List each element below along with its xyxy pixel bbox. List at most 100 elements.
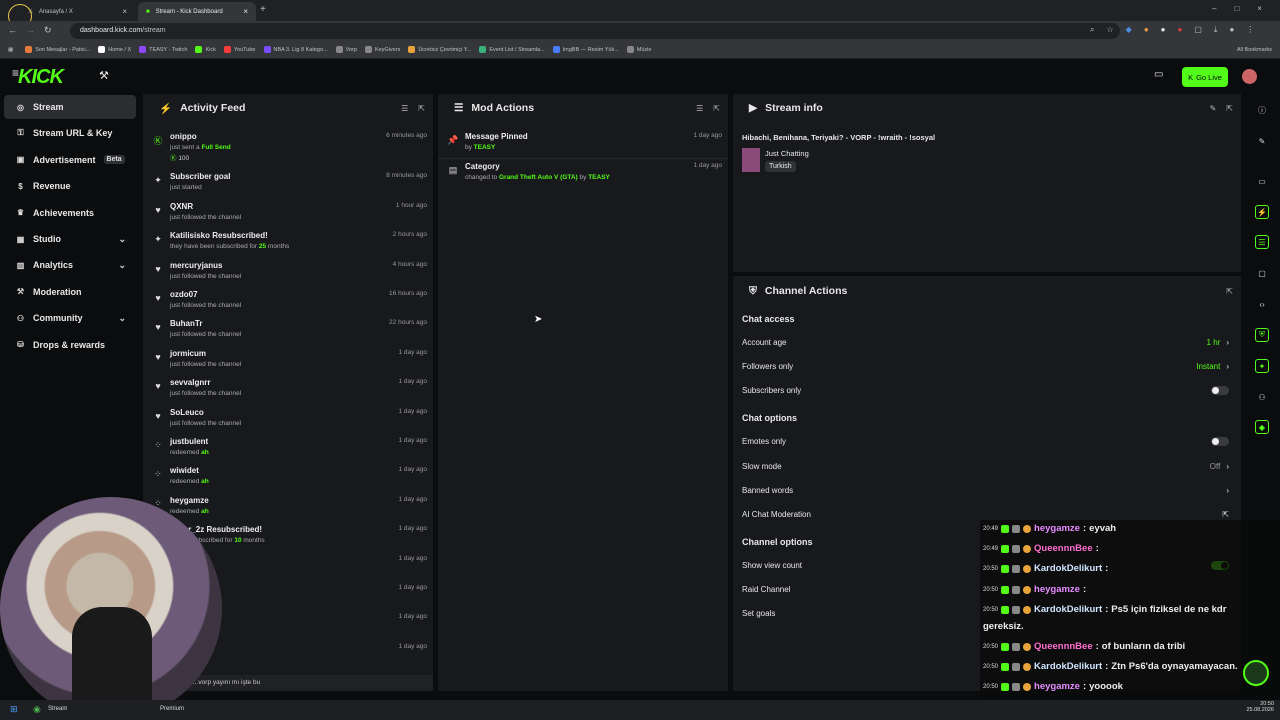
- activity-feed-item[interactable]: ♥ jormicum just followed the channel 1 day …: [143, 347, 433, 376]
- bookmark-item[interactable]: Home / X: [98, 46, 131, 53]
- overlay-icon[interactable]: ▭: [1154, 69, 1163, 80]
- bookmark-item[interactable]: KeyGivers: [364, 46, 400, 53]
- popout-icon[interactable]: ⇱: [713, 104, 720, 113]
- popout-icon[interactable]: ⇱: [1226, 104, 1233, 113]
- activity-feed-item[interactable]: ♥ ozdo07 just followed the channel 16 hours…: [143, 288, 433, 317]
- tag-chip[interactable]: Turkish: [765, 161, 796, 172]
- os-taskbar: ⊞ ◉ Stream Premium 20:50 25.08.2026: [0, 700, 1280, 720]
- activity-feed-item[interactable]: ⁘ heygamze redeemed ah 1 day ago: [143, 494, 433, 523]
- activity-feed-item[interactable]: ⁘ wiwidet redeemed ah 1 day ago: [143, 464, 433, 493]
- puzzle-icon[interactable]: ▢: [1194, 25, 1202, 35]
- bookmark-item[interactable]: Vorp: [335, 46, 357, 53]
- emotes-only-toggle[interactable]: [1211, 436, 1229, 446]
- slow-mode-row[interactable]: Slow mode Off ›: [733, 454, 1241, 478]
- sidebar-item-analytics[interactable]: ▥ Analytics ⌄: [4, 253, 136, 277]
- kick-logo[interactable]: KICK: [18, 66, 64, 89]
- code-icon[interactable]: ‹›: [1255, 297, 1269, 311]
- scroll-down-button[interactable]: [1243, 660, 1269, 686]
- activity-feed-item[interactable]: ♥ QXNR just followed the channel 1 hour ago: [143, 200, 433, 229]
- extension-icon[interactable]: ●: [1161, 25, 1166, 35]
- minimize-icon[interactable]: –: [1212, 4, 1216, 13]
- edit-icon[interactable]: ✎: [1255, 134, 1269, 148]
- wrench-icon[interactable]: ✦: [1255, 359, 1269, 373]
- activity-feed-item[interactable]: ♥ SoLeuco just followed the channel 1 day a…: [143, 406, 433, 435]
- activity-feed-item[interactable]: ✦ Subscriber goal just started 8 minutes ag…: [143, 170, 433, 199]
- close-window-icon[interactable]: ×: [1257, 4, 1262, 13]
- activity-feed-item[interactable]: ♥ sevvalgnrr just followed the channel 1 da…: [143, 376, 433, 405]
- taskbar-item[interactable]: Stream: [48, 706, 67, 712]
- bookmark-item[interactable]: Event List / Streamla...: [479, 46, 545, 53]
- subscribers-only-toggle[interactable]: [1211, 385, 1229, 395]
- menu-icon[interactable]: ⋮: [1246, 25, 1254, 35]
- new-tab-icon[interactable]: +: [260, 4, 266, 15]
- maximize-icon[interactable]: □: [1234, 4, 1239, 13]
- url-input[interactable]: dashboard.kick.com/stream: [70, 23, 1120, 39]
- lightning-icon[interactable]: ⚡: [1255, 205, 1269, 219]
- extension-icon[interactable]: ●: [1178, 25, 1183, 35]
- chrome-icon[interactable]: ◉: [33, 704, 41, 715]
- sidebar-item-moderation[interactable]: ⚒ Moderation: [4, 280, 136, 304]
- activity-feed-header: ⚡ Activity Feed ☰ ⇱: [143, 94, 433, 122]
- activity-feed-item[interactable]: ♥ BuhanTr just followed the channel 22 hour…: [143, 317, 433, 346]
- taskbar-item[interactable]: Premium: [160, 706, 184, 712]
- bookmark-item[interactable]: Kick: [195, 46, 216, 53]
- shield-icon[interactable]: ⛨: [1255, 328, 1269, 342]
- sidebar-item-stream-url-key[interactable]: ⚿ Stream URL & Key: [4, 121, 136, 145]
- chevron-down-icon[interactable]: ⌄: [118, 313, 126, 324]
- tab-kick-dashboard[interactable]: ■ Stream - Kick Dashboard ×: [138, 2, 256, 21]
- bookmark-item[interactable]: Müzie: [626, 46, 651, 53]
- activity-feed-item[interactable]: ⁘ justbulent redeemed ah 1 day ago: [143, 435, 433, 464]
- profile-icon[interactable]: ●: [1229, 25, 1234, 35]
- popout-icon[interactable]: ⇱: [418, 104, 425, 113]
- go-live-button[interactable]: K Go Live: [1182, 67, 1228, 87]
- sidebar-item-achievements[interactable]: ♛ Achievements: [4, 201, 136, 225]
- bookmark-item[interactable]: ImgBB — Resim Yük...: [552, 46, 619, 53]
- filter-icon[interactable]: ☰: [401, 104, 408, 113]
- bookmark-item[interactable]: NBA 3. Lig 8 Katego...: [263, 46, 328, 53]
- diamond-icon[interactable]: ◆: [1255, 420, 1269, 434]
- sidebar-item-advertisement[interactable]: ▣ Advertisement Beta: [4, 148, 136, 172]
- chat-icon[interactable]: ▢: [1255, 266, 1269, 280]
- close-icon[interactable]: ×: [122, 7, 127, 16]
- forward-icon[interactable]: →: [26, 25, 35, 35]
- sidebar-item-community[interactable]: ⚇ Community ⌄: [4, 306, 136, 330]
- activity-feed-item[interactable]: ♥ mercuryjanus just followed the channel 4 …: [143, 259, 433, 288]
- star-icon[interactable]: ☆: [1106, 25, 1113, 35]
- extension-icon[interactable]: ◆: [1126, 25, 1132, 35]
- account-age-row[interactable]: Account age 1 hr ›: [733, 330, 1241, 354]
- list-icon[interactable]: ☰: [1255, 235, 1269, 249]
- avatar[interactable]: [1242, 69, 1257, 84]
- activity-feed-item[interactable]: ✦ Katilisisko Resubscribed! they have been…: [143, 229, 433, 258]
- banned-words-row[interactable]: Banned words ›: [733, 478, 1241, 502]
- activity-feed-item[interactable]: Ⓚonippo just sent a Full Send 6 minutes ag…: [143, 130, 433, 170]
- category-name[interactable]: Just Chatting: [765, 149, 809, 158]
- bookmark-item[interactable]: YouTube: [223, 46, 256, 53]
- popout-icon[interactable]: ⇱: [1226, 287, 1233, 296]
- hammer-icon[interactable]: ⚒: [99, 69, 109, 82]
- tab-anasayfa[interactable]: 𝕏 Anasayfa / X ×: [20, 2, 135, 21]
- zoom-icon[interactable]: ⌕: [1090, 25, 1094, 35]
- chevron-down-icon[interactable]: ⌄: [118, 234, 126, 245]
- all-bookmarks[interactable]: All Bookmarks: [1237, 47, 1272, 53]
- extension-icon[interactable]: ●: [1144, 25, 1149, 35]
- windows-start-icon[interactable]: ⊞: [10, 704, 18, 715]
- sidebar-item-studio[interactable]: ▦ Studio ⌄: [4, 227, 136, 251]
- filter-icon[interactable]: ☰: [696, 104, 703, 113]
- sidebar-item-stream[interactable]: ◎ Stream: [4, 95, 136, 119]
- sidebar-item-revenue[interactable]: $ Revenue: [4, 174, 136, 198]
- followers-only-row[interactable]: Followers only Instant ›: [733, 354, 1241, 378]
- edit-icon[interactable]: ✎: [1210, 104, 1217, 113]
- reload-icon[interactable]: ↻: [44, 25, 52, 36]
- back-icon[interactable]: ←: [8, 25, 17, 35]
- bookmark-item[interactable]: Ücretsiz Çevrimiçi Y...: [408, 46, 471, 53]
- download-icon[interactable]: ⤓: [1214, 25, 1218, 35]
- bookmark-item[interactable]: TEASY - Twitch: [139, 46, 187, 53]
- sidebar-item-drops-rewards[interactable]: ⛁ Drops & rewards: [4, 333, 136, 357]
- bookmark-item[interactable]: Son Mesajlar - Patici...: [25, 46, 90, 53]
- close-icon[interactable]: ×: [243, 7, 248, 16]
- users-icon[interactable]: ⚇: [1255, 390, 1269, 404]
- chevron-down-icon[interactable]: ⌄: [118, 260, 126, 271]
- overlay-icon[interactable]: ▭: [1255, 174, 1269, 188]
- apps-icon[interactable]: ▦: [8, 47, 13, 53]
- info-icon[interactable]: ⓘ: [1255, 103, 1269, 117]
